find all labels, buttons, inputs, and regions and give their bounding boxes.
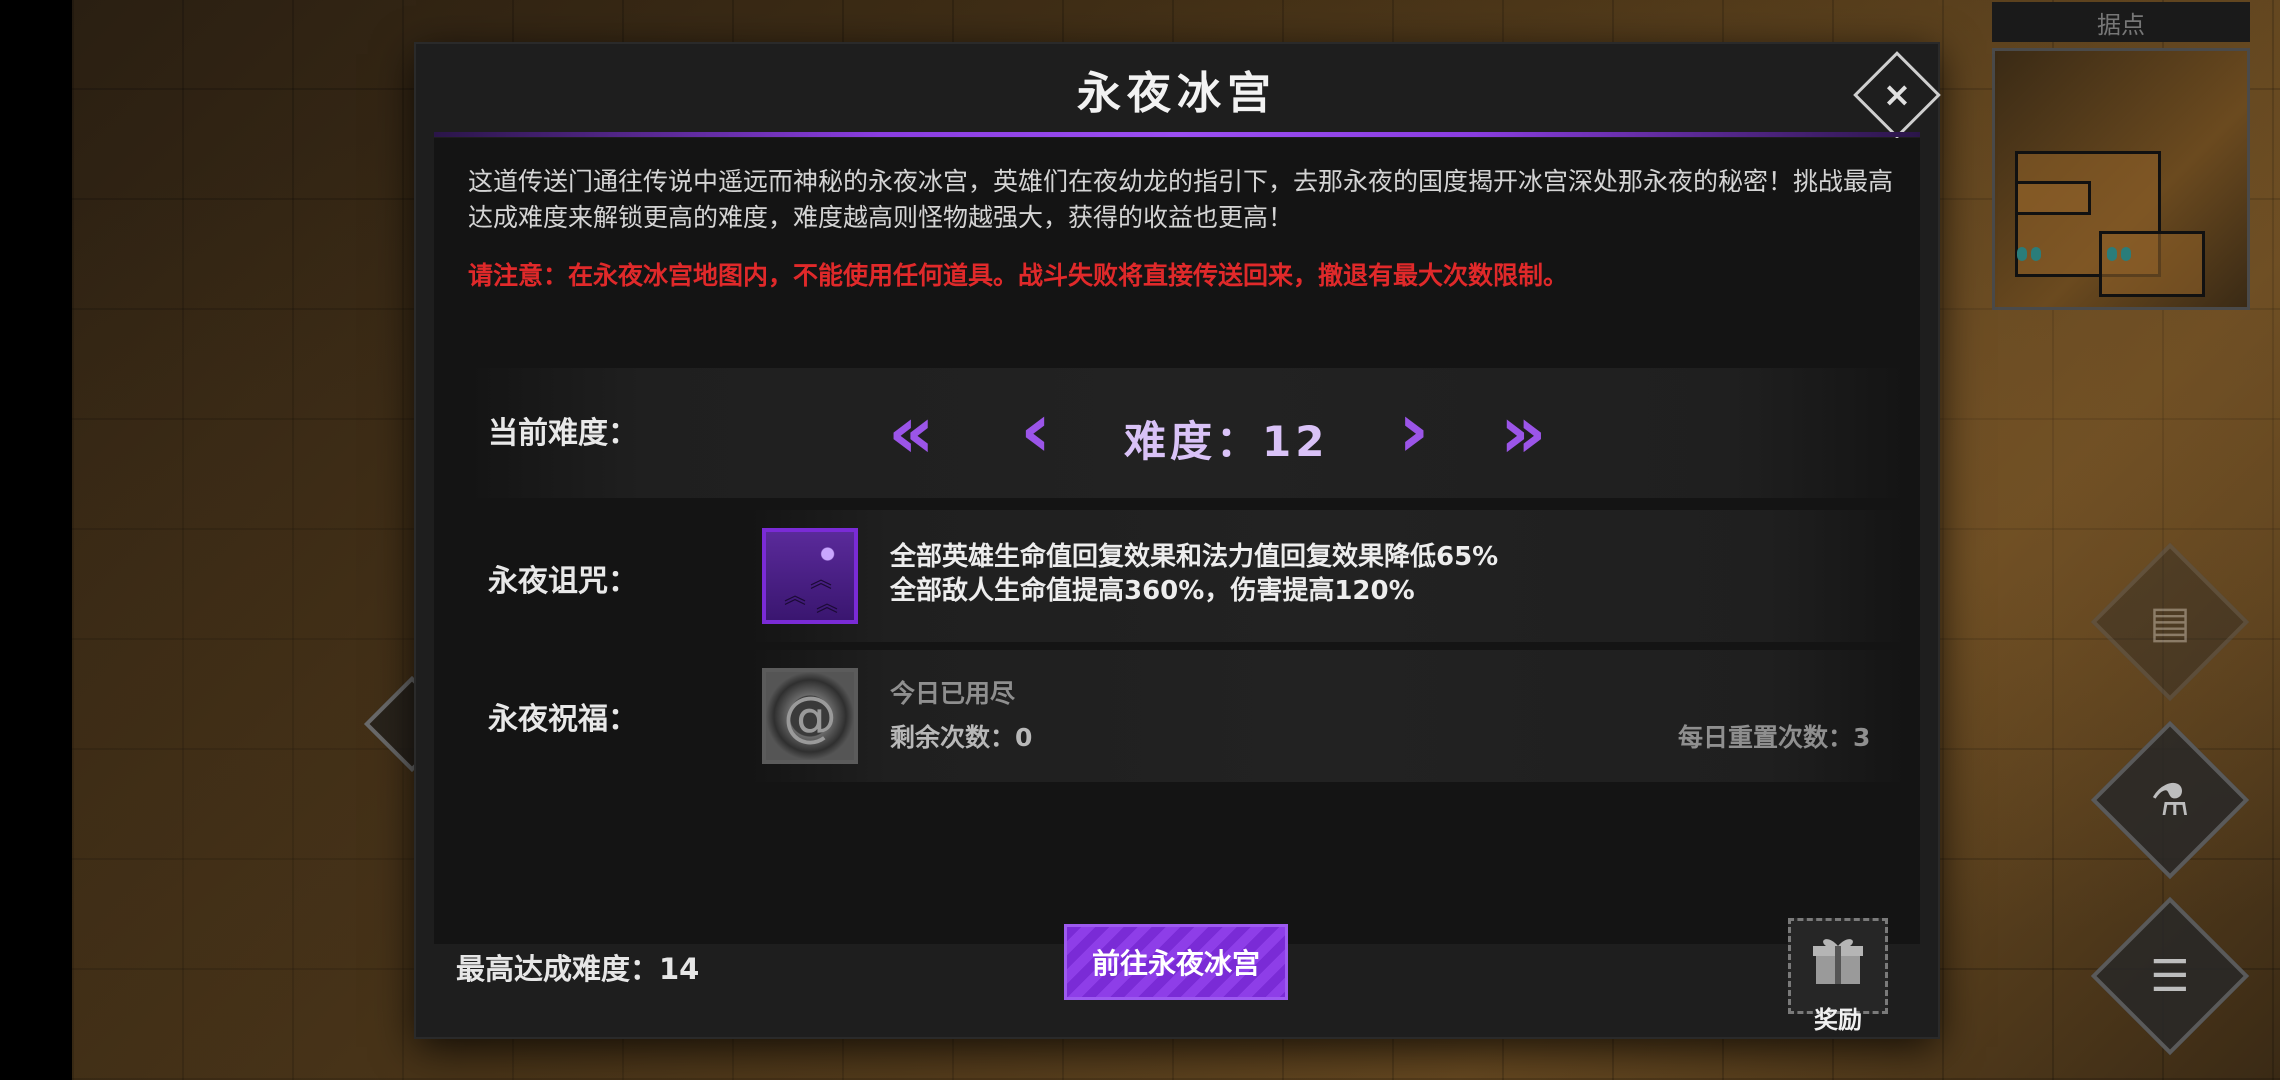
enter-palace-button[interactable]: 前往永夜冰宫 <box>1064 924 1288 1000</box>
swirl-icon: @ <box>783 684 837 748</box>
curse-effect-line-2: 全部敌人生命值提高360%，伤害提高120% <box>890 576 1415 606</box>
close-icon: × <box>1882 75 1912 115</box>
reward-label: 奖励 <box>1814 1006 1862 1034</box>
minimap-room <box>2099 231 2205 297</box>
enter-palace-button-label: 前往永夜冰宫 <box>1091 947 1260 980</box>
blessing-label: 永夜祝福： <box>488 702 638 737</box>
eternal-night-palace-dialog: 永夜冰宫 × 这道传送门通往传说中遥远而神秘的永夜冰宫，英雄们在夜幼龙的指引下，… <box>416 44 1941 1037</box>
warning-text: 请注意：在永夜冰宫地图内，不能使用任何道具。战斗失败将直接传送回来，撤退有最大次… <box>468 261 1569 290</box>
curse-effect-line-1: 全部英雄生命值回复效果和法力值回复效果降低65% <box>890 542 1499 572</box>
minimap[interactable] <box>1992 48 2250 310</box>
description-text: 这道传送门通往传说中遥远而神秘的永夜冰宫，英雄们在夜幼龙的指引下，去那永夜的国度… <box>468 167 1894 232</box>
potion-icon: ⚗ <box>2150 774 2190 826</box>
minimap-marker <box>2017 247 2027 261</box>
blessing-daily-reset-count: 每日重置次数：3 <box>1678 723 1871 752</box>
current-difficulty-value: 难度：12 <box>1124 417 1329 466</box>
curse-row: 永夜诅咒： ︽ ︽ ︽ 全部英雄生命值回复效果和法力值回复效果降低65% 全部敌… <box>468 510 1908 642</box>
curse-icon[interactable]: ︽ ︽ ︽ <box>762 528 858 624</box>
next-difficulty-button[interactable]: › <box>1398 392 1429 468</box>
bat-icon: ︽ <box>816 592 839 617</box>
dialog-title: 永夜冰宫 <box>1077 68 1277 119</box>
difficulty-row: 当前难度： « ‹ 难度：12 › » <box>468 368 1908 498</box>
difficulty-label: 当前难度： <box>488 416 638 451</box>
scroll-icon: ▤ <box>2149 596 2191 648</box>
minimap-marker <box>2121 247 2131 261</box>
blessing-remaining-count: 剩余次数：0 <box>890 723 1033 752</box>
list-icon: ☰ <box>2150 950 2190 1002</box>
blessing-icon[interactable]: @ <box>762 668 858 764</box>
title-divider <box>434 132 1920 137</box>
last-difficulty-button[interactable]: » <box>1500 396 1547 468</box>
best-difficulty-text: 最高达成难度：14 <box>456 952 700 986</box>
reward-button[interactable]: 奖励 <box>1788 918 1888 1034</box>
minimap-marker <box>2031 247 2041 261</box>
first-difficulty-button[interactable]: « <box>888 396 935 468</box>
blessing-status: 今日已用尽 <box>890 679 1016 708</box>
minimap-room <box>2015 181 2091 215</box>
dialog-content: 这道传送门通往传说中遥远而神秘的永夜冰宫，英雄们在夜幼龙的指引下，去那永夜的国度… <box>434 138 1920 944</box>
blessing-row: 永夜祝福： @ 今日已用尽 剩余次数：0 每日重置次数：3 <box>468 650 1908 782</box>
curse-label: 永夜诅咒： <box>488 564 638 599</box>
screen-edge <box>0 0 72 1080</box>
bat-icon: ︽ <box>784 584 807 609</box>
minimap-title: 据点 <box>1992 2 2250 42</box>
gift-icon <box>1813 939 1863 984</box>
minimap-marker <box>2107 247 2117 261</box>
prev-difficulty-button[interactable]: ‹ <box>1020 392 1051 468</box>
